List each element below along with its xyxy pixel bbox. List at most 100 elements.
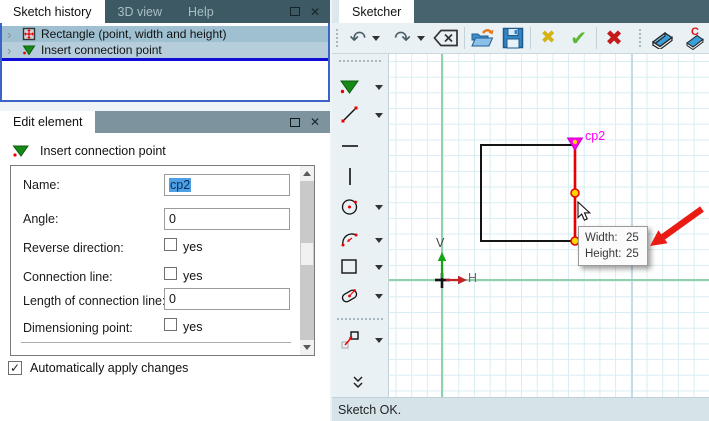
red-x-icon: ✖ [605, 25, 623, 50]
circle-tool[interactable] [339, 196, 385, 218]
undo-dropdown-icon[interactable] [372, 35, 381, 41]
close-icon[interactable]: ✕ [310, 6, 320, 18]
tool-dropdown-icon[interactable] [375, 237, 383, 243]
tool-dropdown-icon[interactable] [375, 264, 383, 270]
scroll-down-icon[interactable] [300, 340, 314, 355]
edit-element-tabbar: Edit element ✕ [0, 111, 330, 133]
ellipse-icon [341, 289, 358, 303]
scrollbar-thumb[interactable] [301, 243, 313, 265]
erase-all-button[interactable]: C [683, 25, 709, 51]
angle-value: 0 [169, 212, 176, 226]
tool-dropdown-icon[interactable] [375, 293, 383, 299]
redo-dropdown-icon[interactable] [416, 35, 425, 41]
close-icon[interactable]: ✕ [310, 116, 320, 128]
name-field[interactable]: cp2 [164, 174, 290, 196]
sketch-canvas[interactable]: cp2 V H Width: 25 Height: 25 [389, 54, 709, 397]
expander-icon[interactable]: › [7, 44, 17, 57]
delete-last-button[interactable] [433, 25, 459, 51]
tool-dropdown-icon[interactable] [375, 204, 383, 210]
sketch-history-tree: › Rectangle (point, width and height) › … [0, 23, 330, 102]
transform-tool[interactable] [339, 329, 385, 351]
name-value: cp2 [169, 178, 192, 192]
maximize-icon[interactable] [289, 7, 300, 16]
save-button[interactable] [501, 25, 525, 51]
maximize-icon[interactable] [289, 117, 300, 127]
auto-apply-row: ✓ Automatically apply changes [8, 361, 188, 375]
transform-icon [341, 331, 359, 349]
auto-apply-checkbox[interactable]: ✓ [8, 361, 22, 375]
toolbar-drag-handle[interactable] [638, 28, 644, 48]
insert-position-indicator [2, 58, 328, 61]
line-tool[interactable] [339, 104, 385, 126]
sketcher-statusbar: Sketch OK. [332, 397, 709, 421]
scrollbar-track[interactable] [300, 181, 314, 340]
reverse-direction-label: Reverse direction: [23, 241, 124, 255]
undo-icon: ↶ [349, 26, 367, 50]
sketch-history-tabbar: Sketch history 3D view Help ✕ [0, 0, 330, 23]
name-label: Name: [23, 178, 60, 192]
eraser-button[interactable] [649, 25, 675, 51]
tool-dropdown-icon[interactable] [375, 112, 383, 118]
tree-item-label: Insert connection point [41, 43, 162, 57]
edit-header: Insert connection point [12, 144, 166, 158]
connection-point-tool[interactable] [339, 76, 385, 98]
tab-3d-view[interactable]: 3D view [105, 0, 175, 23]
more-tools-button[interactable] [350, 376, 366, 395]
connection-line-checkbox[interactable] [164, 267, 177, 280]
vertical-line-tool[interactable] [339, 166, 385, 188]
tab-sketcher[interactable]: Sketcher [339, 0, 415, 23]
tree-row-rectangle[interactable]: › Rectangle (point, width and height) [2, 26, 328, 42]
edit-form: Name: cp2 Angle: 0 Reverse direction: ye… [10, 165, 315, 356]
arc-tool[interactable] [339, 229, 385, 251]
dimensioning-point-label: Dimensioning point: [23, 321, 133, 335]
dimensioning-point-checkbox[interactable] [164, 318, 177, 331]
callout-arrow-shaft [661, 206, 704, 240]
tree-row-insert-connection-point[interactable]: › Insert connection point [2, 42, 328, 58]
edit-header-title: Insert connection point [40, 144, 166, 158]
undo-button[interactable]: ↶ [346, 25, 370, 51]
tool-dropdown-icon[interactable] [375, 84, 383, 90]
open-folder-icon [470, 29, 494, 47]
tab-sketch-history[interactable]: Sketch history [0, 0, 105, 23]
sketcher-tool-column [332, 54, 389, 397]
reverse-direction-yes-label: yes [183, 240, 203, 254]
status-message: Sketch OK. [338, 402, 402, 417]
tree-item-label: Rectangle (point, width and height) [41, 27, 227, 41]
rectangle-tool-icon [22, 27, 36, 41]
horizontal-line-tool[interactable] [339, 135, 385, 157]
line-icon [341, 106, 358, 123]
tab-edit-element[interactable]: Edit element [0, 111, 96, 133]
close-sketch-button[interactable]: ✖ [602, 25, 626, 51]
cancel-icon: ✖ [540, 27, 556, 48]
form-scrollbar[interactable] [300, 166, 314, 355]
rectangle-tool[interactable] [339, 256, 385, 278]
connection-point-icon [340, 80, 359, 94]
toolbar-drag-handle[interactable] [335, 28, 340, 48]
vertical-line-icon [349, 168, 351, 185]
length-of-connection-line-field[interactable]: 0 [164, 288, 290, 310]
horizontal-line-icon [342, 145, 358, 147]
angle-field[interactable]: 0 [164, 208, 290, 230]
reverse-direction-checkbox[interactable] [164, 238, 177, 251]
dimensioning-point-yes-label: yes [183, 320, 203, 334]
connection-line-label: Connection line: [23, 270, 113, 284]
sketcher-toolbar: ↶ ↷ ✖ ✔ ✖ C [332, 23, 709, 54]
open-button[interactable] [470, 25, 495, 51]
edit-element-panel: Edit element ✕ Insert connection point N… [0, 111, 330, 421]
sketch-history-panel: Sketch history 3D view Help ✕ › Rectangl… [0, 0, 330, 102]
apply-button[interactable]: ✔ [566, 25, 590, 51]
tool-dropdown-icon[interactable] [375, 337, 383, 343]
redo-button[interactable]: ↷ [390, 25, 414, 51]
cancel-button[interactable]: ✖ [536, 25, 560, 51]
angle-label: Angle: [23, 212, 59, 226]
rectangle-icon [341, 259, 357, 274]
eraser-icon [651, 31, 674, 49]
expander-icon[interactable]: › [7, 28, 17, 41]
form-divider [21, 342, 291, 343]
ellipse-tool[interactable] [339, 285, 385, 307]
toolcol-drag-handle[interactable] [338, 59, 382, 64]
auto-apply-label: Automatically apply changes [30, 361, 189, 375]
scroll-up-icon[interactable] [300, 166, 314, 181]
sketcher-panel: Sketcher ↶ ↷ ✖ ✔ ✖ C cp2 V H Width: 25 H… [332, 0, 709, 421]
tab-help[interactable]: Help [175, 0, 227, 23]
